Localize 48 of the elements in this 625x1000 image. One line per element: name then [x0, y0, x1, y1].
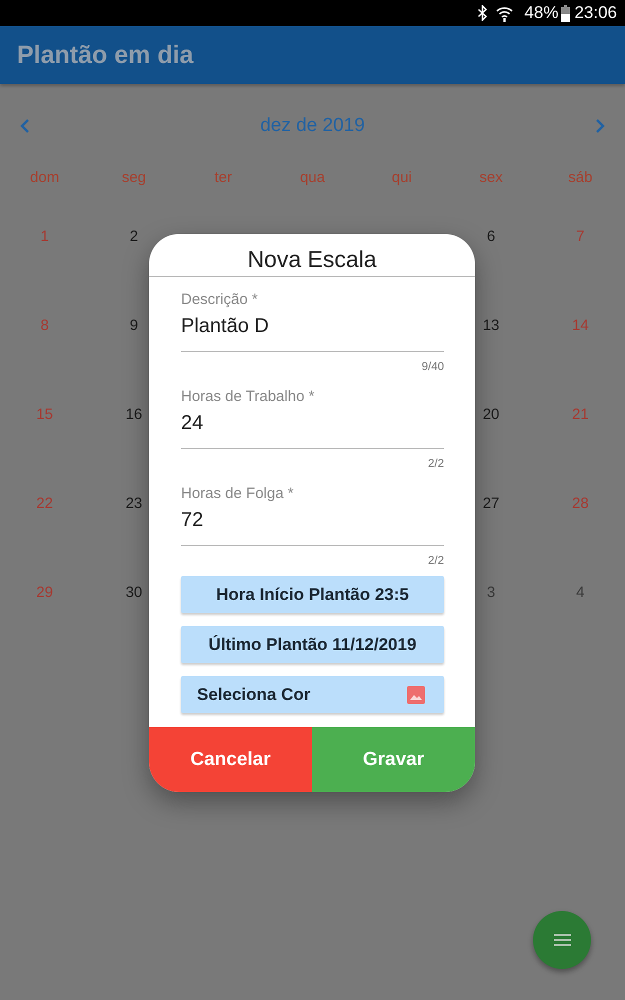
month-label: dez de 2019 — [260, 115, 365, 137]
weekday-label: dom — [30, 168, 60, 186]
battery-percentage: 48% — [524, 3, 558, 23]
calendar-day[interactable]: 6 — [486, 228, 496, 245]
weekday-label: seg — [122, 168, 146, 186]
time-picker-button[interactable]: Hora Início Plantão 23:5 — [181, 576, 444, 613]
chevron-right-icon — [595, 118, 605, 134]
dialog-title: Nova Escala — [149, 234, 475, 277]
weekday-label: qua — [300, 168, 325, 186]
calendar-day[interactable]: 23 — [126, 495, 142, 512]
character-counter: 2/2 — [428, 457, 444, 471]
clock-time: 23:06 — [574, 3, 617, 23]
image-icon — [407, 686, 425, 704]
weekday-label: ter — [214, 168, 232, 186]
calendar-day[interactable]: 2 — [130, 228, 138, 245]
calendar-day[interactable]: 3 — [486, 584, 496, 601]
menu-icon — [554, 934, 570, 946]
battery-icon — [561, 4, 570, 22]
menu-fab[interactable] — [533, 911, 591, 969]
calendar-day[interactable]: 20 — [482, 406, 500, 423]
calendar-day[interactable]: 4 — [576, 584, 585, 601]
cancel-button[interactable]: Cancelar — [149, 727, 312, 792]
bluetooth-icon — [478, 5, 488, 21]
app-title: Plantão em dia — [17, 40, 194, 70]
weekday-label: qui — [392, 168, 412, 186]
weekday-label: sáb — [568, 168, 592, 186]
weekday-label: sex — [479, 168, 503, 186]
calendar-day[interactable]: 9 — [130, 317, 138, 334]
color-picker-button[interactable]: Seleciona Cor — [181, 676, 444, 713]
calendar-day[interactable]: 16 — [126, 406, 142, 423]
field-label: Descrição * — [181, 291, 258, 309]
field-label: Horas de Trabalho * — [181, 388, 314, 406]
field-value: 72 — [181, 508, 204, 533]
save-button[interactable]: Gravar — [312, 727, 475, 792]
field-label: Horas de Folga * — [181, 485, 294, 503]
text-field[interactable]: Horas de Trabalho * 24 — [181, 388, 444, 449]
text-field[interactable]: Descrição * Plantão D — [181, 291, 444, 352]
field-value: 24 — [181, 411, 204, 436]
text-field[interactable]: Horas de Folga * 72 — [181, 485, 444, 546]
date-picker-button[interactable]: Último Plantão 11/12/2019 — [181, 626, 444, 663]
character-counter: 9/40 — [422, 360, 444, 374]
calendar-day[interactable]: 27 — [482, 495, 500, 512]
chevron-left-icon — [20, 118, 30, 134]
calendar-day[interactable]: 30 — [126, 584, 142, 601]
wifi-icon — [496, 4, 514, 22]
calendar-day[interactable]: 13 — [482, 317, 500, 334]
field-value: Plantão D — [181, 314, 269, 339]
character-counter: 2/2 — [428, 554, 444, 568]
